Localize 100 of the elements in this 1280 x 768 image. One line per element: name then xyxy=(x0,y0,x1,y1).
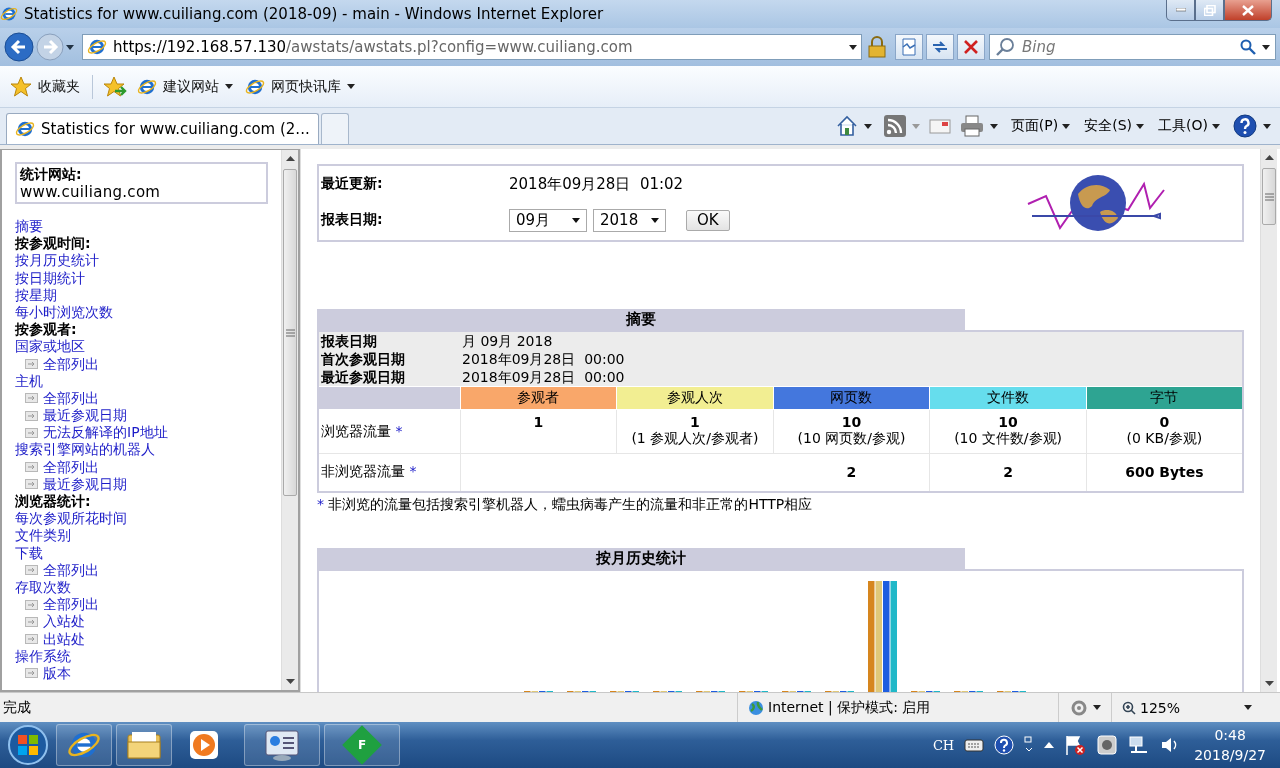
list-bullet-icon xyxy=(25,462,38,473)
nav-link[interactable]: 国家或地区 xyxy=(15,338,281,356)
browser-logo-icon xyxy=(0,5,18,23)
nav-link[interactable]: 每小时浏览次数 xyxy=(15,303,281,322)
nav-link[interactable]: 操作系统 xyxy=(15,647,281,665)
nav-link[interactable]: 每次参观所花时间 xyxy=(15,510,281,528)
month-select[interactable]: 09月 xyxy=(509,208,587,232)
help-button[interactable] xyxy=(1230,114,1274,138)
nav-sublink[interactable]: 最近参观日期 xyxy=(43,475,127,493)
nav-sublink[interactable]: 出站处 xyxy=(43,630,85,648)
flag-error-icon[interactable] xyxy=(1064,734,1087,756)
favorites-link[interactable]: 网页快讯库 xyxy=(243,74,357,99)
keyboard-icon[interactable] xyxy=(964,737,985,753)
caret-icon[interactable] xyxy=(66,44,74,50)
device-icon[interactable] xyxy=(1096,734,1119,756)
nav-link[interactable]: 文件类别 xyxy=(15,527,281,545)
refresh-button[interactable] xyxy=(926,34,954,60)
stop-button[interactable] xyxy=(957,34,985,60)
nav-sublink[interactable]: 入站处 xyxy=(43,613,85,631)
table-cell: 10 (10 网页数/参观) xyxy=(773,409,930,454)
nav-sublink[interactable]: 全部列出 xyxy=(43,355,99,373)
table-cell: 最近参观日期 xyxy=(318,368,460,387)
list-bullet-icon xyxy=(25,359,38,370)
column-header: 参观人次 xyxy=(616,386,774,410)
padlock-icon[interactable] xyxy=(868,36,886,58)
year-select[interactable]: 2018 xyxy=(593,208,666,232)
help-icon xyxy=(1233,114,1257,138)
search-icon xyxy=(995,37,1015,57)
back-button[interactable] xyxy=(4,32,34,62)
add-favorite-icon[interactable] xyxy=(103,75,127,98)
caret-icon xyxy=(572,217,580,223)
caret-icon[interactable] xyxy=(849,44,857,50)
taskbar-browser-button[interactable] xyxy=(56,724,112,766)
list-bullet-icon xyxy=(25,393,38,404)
grip-icon xyxy=(1264,192,1274,201)
scrollbar-thumb[interactable] xyxy=(283,169,297,496)
search-icon[interactable] xyxy=(1240,39,1256,55)
nav-sublink[interactable]: 全部列出 xyxy=(43,596,99,614)
maximize-button[interactable] xyxy=(1195,0,1224,21)
nav-sublink[interactable]: 无法反解译的IP地址 xyxy=(43,424,168,442)
mail-icon[interactable] xyxy=(928,118,951,134)
site-name: www.cuiliang.com xyxy=(20,183,162,201)
help-icon[interactable] xyxy=(994,735,1015,755)
address-field[interactable]: https://192.168.57.130/awstats/awstats.pl?config=www.cuiliang.com xyxy=(82,34,862,60)
scrollbar-thumb[interactable] xyxy=(1262,168,1276,225)
scroll-down-icon[interactable] xyxy=(1264,681,1274,686)
caret-icon xyxy=(1136,123,1145,129)
nav-link[interactable]: 按月历史统计 xyxy=(15,252,281,270)
torn-page-icon xyxy=(901,38,917,56)
show-hidden-icons-icon[interactable] xyxy=(1044,742,1055,748)
close-button[interactable] xyxy=(1224,0,1272,21)
nav-sublink[interactable]: 全部列出 xyxy=(43,458,99,476)
nav-link[interactable]: 摘要 xyxy=(15,218,281,236)
nav-sublink[interactable]: 全部列出 xyxy=(43,561,99,579)
nav-sublink[interactable]: 全部列出 xyxy=(43,389,99,408)
favorites-button[interactable]: 收藏夹 xyxy=(8,74,82,99)
column-header: 参观者 xyxy=(460,386,617,410)
nav-sublink[interactable]: 版本 xyxy=(43,664,71,683)
gear-icon xyxy=(1069,698,1089,717)
input-options-icon[interactable] xyxy=(1024,736,1035,754)
scroll-up-icon[interactable] xyxy=(285,156,295,161)
home-icon xyxy=(835,115,858,137)
table-cell: 1 (1 参观人次/参观者) xyxy=(616,409,774,454)
nav-link[interactable]: 存取次数 xyxy=(15,578,281,597)
favorites-link[interactable]: 建议网站 xyxy=(135,74,235,99)
ok-button[interactable]: OK xyxy=(686,209,730,231)
table-cell: 1 xyxy=(460,409,617,454)
printer-icon xyxy=(959,115,984,137)
nav-link[interactable]: 搜索引擎网站的机器人 xyxy=(15,441,281,459)
nav-link[interactable]: 按日期统计 xyxy=(15,269,281,287)
compatibility-view-button[interactable] xyxy=(895,34,923,60)
taskbar-control-panel-button[interactable] xyxy=(244,724,320,766)
browser-tab[interactable]: Statistics for www.cuiliang.com (2... xyxy=(6,113,319,144)
minimize-button[interactable] xyxy=(1166,0,1195,21)
window-title: Statistics for www.cuiliang.com (2018-09) - main - Windows Internet Explorer xyxy=(24,5,605,23)
caret-icon xyxy=(1212,123,1220,129)
menu-button[interactable]: 工具(O) xyxy=(1154,117,1224,135)
vertical-scrollbar[interactable] xyxy=(281,150,298,690)
close-icon xyxy=(1242,4,1254,16)
vertical-scrollbar[interactable] xyxy=(1260,149,1277,692)
scroll-down-icon[interactable] xyxy=(285,679,295,684)
feed-icon xyxy=(883,115,906,137)
table-cell: 月 09月 2018 xyxy=(460,331,1243,350)
table-cell: 2018年09月28日 00:00 xyxy=(460,350,1243,368)
language-indicator[interactable]: CH xyxy=(932,737,955,753)
caret-icon[interactable] xyxy=(1262,44,1270,50)
nav-heading: 浏览器统计: xyxy=(15,493,92,511)
clock[interactable]: 0:48 2018/9/27 xyxy=(1194,725,1266,765)
column-header: 网页数 xyxy=(773,386,930,410)
nav-link[interactable]: 下载 xyxy=(15,544,281,562)
star-icon xyxy=(10,76,32,97)
caret-icon xyxy=(347,84,355,89)
nav-link[interactable]: 按星期 xyxy=(15,286,281,304)
nav-link[interactable]: 主机 xyxy=(15,372,281,390)
scroll-up-icon[interactable] xyxy=(1264,155,1274,160)
menu-button[interactable]: 页面(P) xyxy=(1006,117,1075,135)
search-field[interactable]: Bing xyxy=(989,34,1276,60)
nav-sublink[interactable]: 最近参观日期 xyxy=(43,407,127,425)
menu-button[interactable]: 安全(S) xyxy=(1080,117,1149,135)
taskbar-folder-button[interactable] xyxy=(116,724,172,766)
